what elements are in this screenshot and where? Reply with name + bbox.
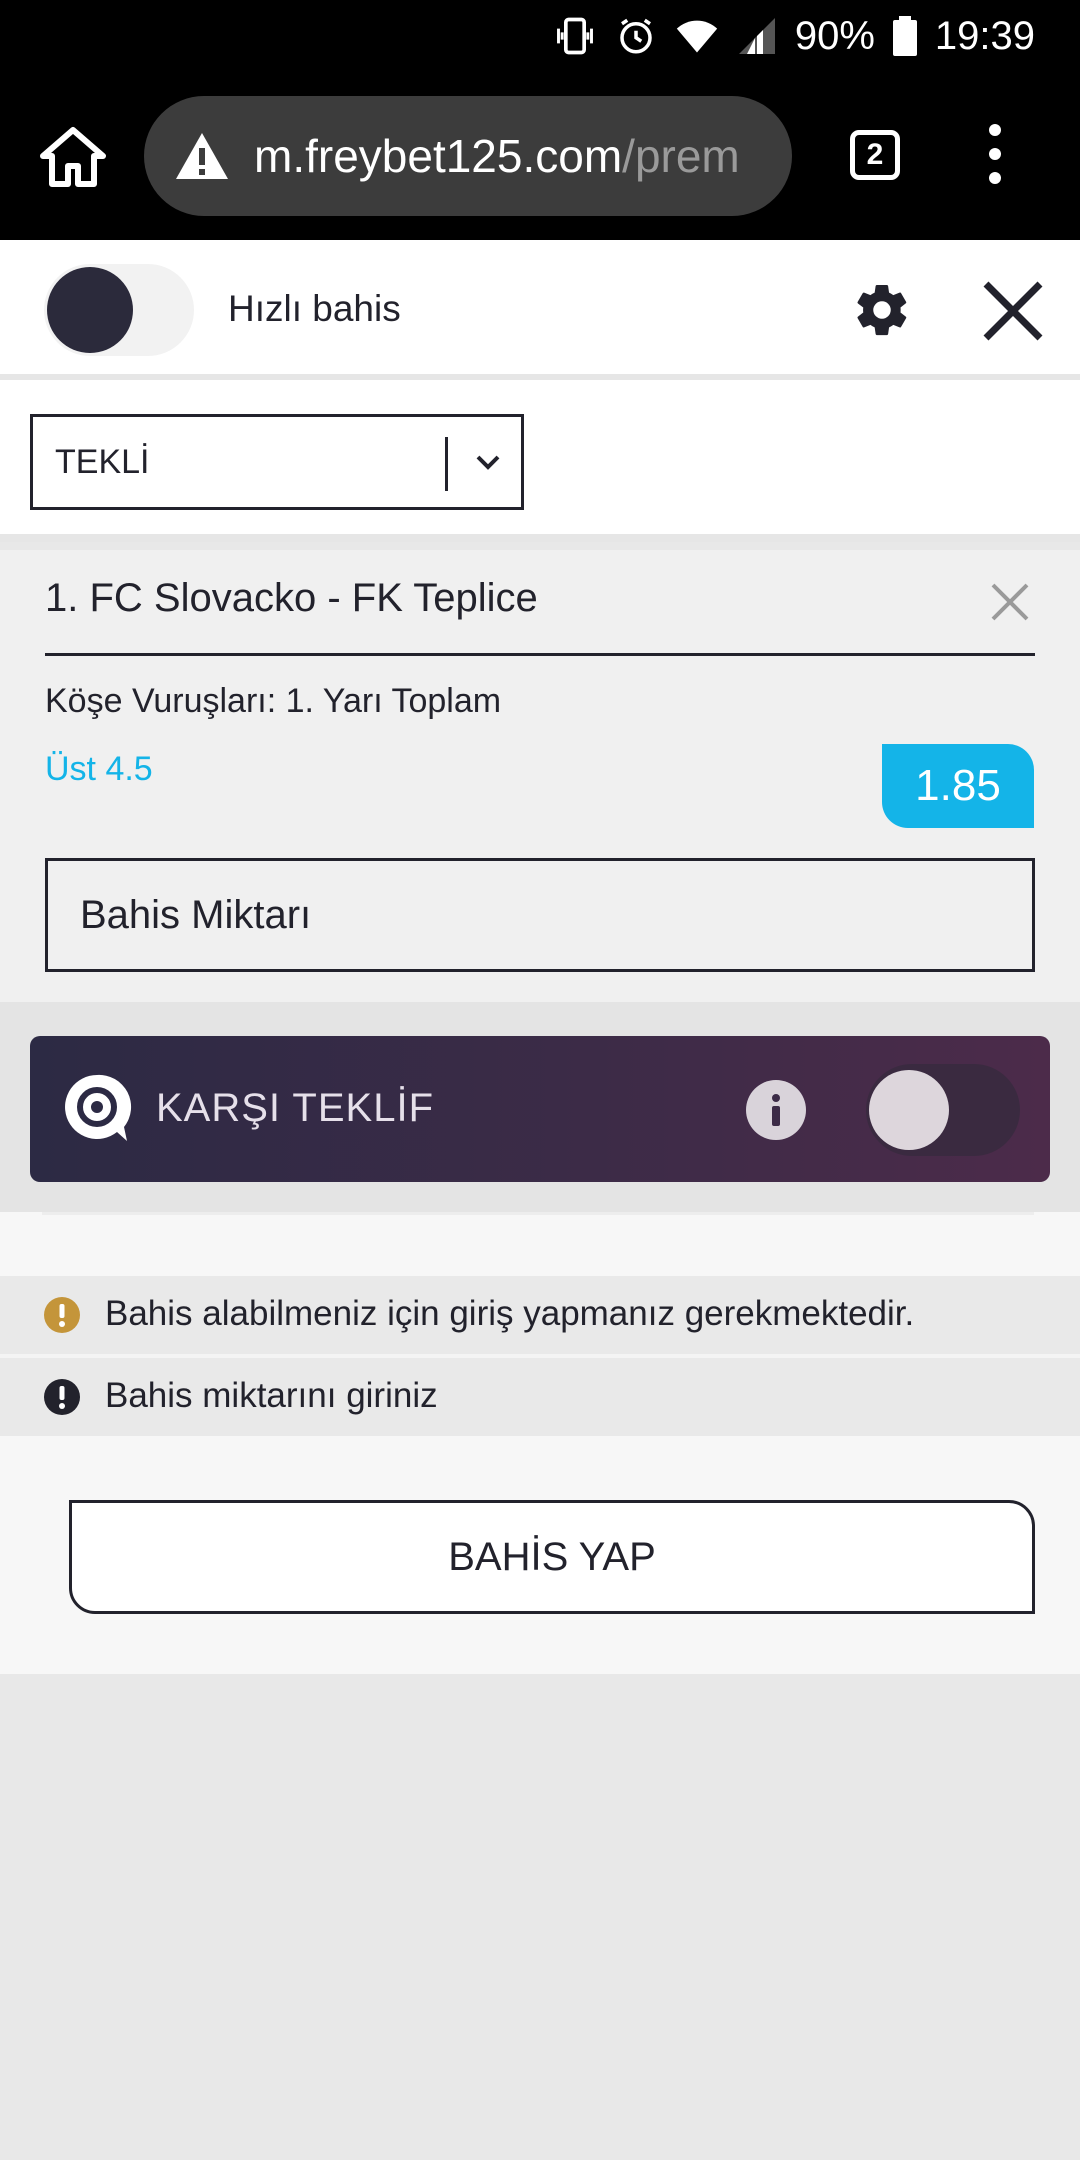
spacer xyxy=(0,1212,1080,1276)
odds-value: 1.85 xyxy=(915,761,1001,810)
login-warning-text: Bahis alabilmeniz için giriş yapmanız ge… xyxy=(105,1294,915,1333)
match-title: 1. FC Slovacko - FK Teplice xyxy=(45,576,538,620)
selection-name: Üst 4.5 xyxy=(45,750,153,788)
url-path: /prem xyxy=(622,130,740,182)
stake-input[interactable] xyxy=(45,858,1035,972)
url-domain: m.freybet125.com xyxy=(254,130,623,182)
overflow-menu-icon[interactable] xyxy=(980,124,1010,188)
bet-card: 1. FC Slovacko - FK Teplice Köşe Vuruşla… xyxy=(0,550,1080,1002)
quick-bet-toggle[interactable] xyxy=(44,264,194,356)
signal-icon xyxy=(738,18,775,54)
odds-badge: 1.85 xyxy=(882,744,1034,828)
wifi-icon xyxy=(676,20,717,53)
submit-area: BAHİS YAP xyxy=(0,1436,1080,1674)
counter-offer-label: KARŞI TEKLİF xyxy=(156,1086,435,1130)
betslip-header: Hızlı bahis xyxy=(0,240,1080,380)
market-name: Köşe Vuruşları: 1. Yarı Toplam xyxy=(45,682,502,720)
status-bar: 90% 19:39 xyxy=(0,0,1080,72)
stake-warning-text: Bahis miktarını giriniz xyxy=(105,1376,438,1415)
quick-bet-label: Hızlı bahis xyxy=(228,288,401,329)
browser-toolbar: m.freybet125.com/prem 2 xyxy=(0,72,1080,240)
bet-type-area: TEKLİ xyxy=(0,380,1080,542)
chevron-down-icon xyxy=(476,455,500,470)
remove-bet-icon[interactable] xyxy=(990,582,1030,622)
bet-type-value: TEKLİ xyxy=(55,442,150,481)
place-bet-button[interactable]: BAHİS YAP xyxy=(69,1500,1035,1614)
counter-offer-area: KARŞI TEKLİF xyxy=(0,1002,1080,1212)
warning-circle-icon xyxy=(44,1297,80,1333)
url-text[interactable]: m.freybet125.com/prem xyxy=(254,129,740,183)
alarm-icon xyxy=(620,18,652,54)
toggle-knob xyxy=(47,267,133,353)
alert-circle-icon xyxy=(44,1379,80,1415)
battery-icon xyxy=(892,16,917,56)
gear-icon[interactable] xyxy=(852,280,912,340)
divider xyxy=(42,1212,1034,1215)
vibrate-icon xyxy=(556,17,593,55)
tab-count: 2 xyxy=(866,138,884,171)
toggle-knob xyxy=(869,1070,949,1150)
counter-offer-toggle[interactable] xyxy=(866,1064,1020,1156)
counter-offer-logo-icon xyxy=(65,1074,132,1141)
card-divider xyxy=(45,653,1035,656)
counter-offer-bar: KARŞI TEKLİF xyxy=(30,1036,1050,1182)
info-icon[interactable] xyxy=(746,1080,806,1140)
warning-icon[interactable] xyxy=(174,131,230,181)
bet-type-select[interactable]: TEKLİ xyxy=(30,414,524,510)
home-icon[interactable] xyxy=(38,124,108,190)
stake-warning: Bahis miktarını giriniz xyxy=(0,1358,1080,1436)
select-divider xyxy=(445,437,448,491)
login-warning: Bahis alabilmeniz için giriş yapmanız ge… xyxy=(0,1276,1080,1354)
clock: 19:39 xyxy=(934,13,1035,58)
battery-percent: 90% xyxy=(794,13,875,58)
address-bar[interactable]: m.freybet125.com/prem xyxy=(144,96,792,216)
tab-switcher-button[interactable]: 2 xyxy=(850,130,900,180)
close-icon[interactable] xyxy=(982,280,1044,342)
